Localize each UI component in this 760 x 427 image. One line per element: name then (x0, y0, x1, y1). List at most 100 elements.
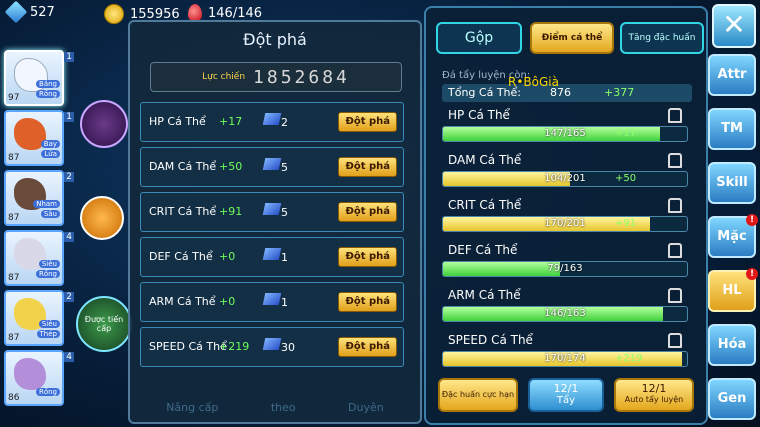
breakthrough-button[interactable]: Đột phá (338, 202, 397, 222)
auto-wash-button[interactable]: 12/1 Auto tẩy luyện (614, 378, 694, 412)
monster-level: 97 (8, 93, 20, 103)
team-list: 97 Băng Rồng 1 87 Bay Lửa 1 87 Nham Sâu … (4, 50, 74, 410)
close-button[interactable]: ✕ (712, 4, 756, 48)
slot-number: 2 (64, 172, 74, 182)
lock-icon[interactable] (668, 288, 682, 303)
stat-label: DAM Cá Thể (448, 153, 522, 167)
menu-label: TM (721, 121, 743, 136)
menu-tm[interactable]: TM (708, 108, 756, 150)
menu-label: Hóa (717, 337, 747, 352)
breakthrough-button[interactable]: Đột phá (338, 157, 397, 177)
stat-cost: 1 (281, 251, 288, 264)
stamina-value: 146/146 (208, 5, 263, 21)
stat-cost: 2 (281, 116, 288, 129)
total-delta: +377 (604, 86, 635, 99)
breakthrough-button[interactable]: Đột phá (338, 337, 397, 357)
slot-number: 2 (64, 292, 74, 302)
stat-bar: 147/165 +17 (442, 126, 688, 142)
stat-value: 147/165 (544, 128, 586, 139)
slot-number: 4 (64, 352, 74, 362)
menu-hl[interactable]: HL! (708, 268, 758, 312)
stat-label: DEF Cá Thể (448, 243, 518, 257)
breakthrough-button[interactable]: Đột phá (338, 112, 397, 132)
type-tag: Sâu (40, 210, 60, 218)
team-slot-1[interactable]: 97 Băng Rồng 1 (4, 50, 74, 106)
stat-row-hp: HP Cá Thể +17 2 Đột phá (140, 102, 404, 142)
stat-arm: ARM Cá Thể 146/163 (442, 288, 692, 328)
stat-name: DAM Cá Thể (149, 160, 217, 173)
menu-label: Mặc (717, 229, 747, 244)
bottom-tabs: Nâng cấp theo Duyên (140, 401, 410, 414)
auto-wash-count: 12/1 (641, 382, 667, 395)
power-label: Lực chiến (202, 72, 246, 82)
tab-follow[interactable]: theo (271, 401, 296, 414)
stat-row-speed: SPEED Cá Thể +219 30 Đột phá (140, 327, 404, 367)
gems-counter: 527 (4, 0, 55, 24)
stat-speed: SPEED Cá Thể 170/174 +219 (442, 333, 692, 373)
menu-label: Attr (717, 67, 747, 82)
gem-icon (4, 0, 28, 24)
stat-cost: 5 (281, 161, 288, 174)
lock-icon[interactable] (80, 196, 124, 240)
stat-dam: DAM Cá Thể 104/201 +50 (442, 153, 692, 193)
scroll-icon (262, 113, 282, 125)
monster-level: 86 (8, 393, 20, 403)
menu-label: HL (722, 283, 742, 298)
scroll-icon (262, 158, 282, 170)
menu-equip[interactable]: Mặc! (708, 214, 758, 258)
type-tag: Rồng (35, 270, 60, 278)
menu-skill[interactable]: Skill (708, 162, 756, 204)
breakthrough-button[interactable]: Đột phá (338, 247, 397, 267)
stat-row-arm: ARM Cá Thể +0 1 Đột phá (140, 282, 404, 322)
lock-icon[interactable] (668, 333, 682, 348)
evolve-button[interactable]: Được tiến cấp (76, 296, 132, 352)
tab-merge[interactable]: Gộp (436, 22, 522, 54)
menu-evolve[interactable]: Hóa (708, 324, 756, 366)
monster-sprite (14, 358, 46, 390)
breakthrough-button[interactable]: Đột phá (338, 292, 397, 312)
type-tag: Băng (36, 80, 60, 88)
team-slot-2[interactable]: 87 Bay Lửa 1 (4, 110, 74, 166)
stat-delta: +17 (615, 128, 637, 139)
stat-bar: 104/201 +50 (442, 171, 688, 187)
stat-row-dam: DAM Cá Thể +50 5 Đột phá (140, 147, 404, 187)
menu-label: Skill (716, 175, 748, 190)
stat-delta: +91 (615, 218, 637, 229)
extreme-training-button[interactable]: Đặc huấn cực hạn (438, 378, 518, 412)
team-slot-5[interactable]: 87 Siêu Thép 2 (4, 290, 74, 346)
button-label: Tẩy (556, 395, 576, 406)
stat-value: 146/163 (544, 308, 586, 319)
stat-name: CRIT Cá Thể (149, 205, 217, 218)
stat-row-crit: CRIT Cá Thể +91 5 Đột phá (140, 192, 404, 232)
stat-delta: +219 (615, 353, 643, 364)
monster-level: 87 (8, 273, 20, 283)
stat-delta: +0 (219, 250, 236, 263)
individual-stats-panel: Gộp Điểm cá thể Tăng đặc huấn Đá tẩy luy… (424, 6, 708, 425)
tab-upgrade[interactable]: Nâng cấp (166, 401, 218, 414)
breakthrough-panel: Đột phá Lực chiến 1852684 HP Cá Thể +17 … (128, 20, 422, 424)
tab-bond[interactable]: Duyên (348, 401, 384, 414)
lock-icon[interactable] (668, 243, 682, 258)
menu-gen[interactable]: Gen (708, 378, 756, 420)
team-slot-4[interactable]: 87 Siêu Rồng 4 (4, 230, 74, 286)
stat-bar: 146/163 (442, 306, 688, 322)
slot-number: 4 (64, 232, 74, 242)
team-slot-3[interactable]: 87 Nham Sâu 2 (4, 170, 74, 226)
stat-name: HP Cá Thể (149, 115, 206, 128)
total-row: Tổng Cá Thể: 876 +377 (442, 84, 692, 102)
tab-special-training[interactable]: Tăng đặc huấn (620, 22, 704, 54)
lock-icon[interactable] (668, 153, 682, 168)
tab-individual-points[interactable]: Điểm cá thể (530, 22, 614, 54)
wash-button[interactable]: 12/1 Tẩy (528, 378, 604, 412)
held-item-slot[interactable] (80, 100, 128, 148)
stat-name: DEF Cá Thể (149, 250, 213, 263)
stat-name: SPEED Cá Thể (149, 340, 227, 353)
lock-icon[interactable] (668, 108, 682, 123)
team-slot-6[interactable]: 86 Rồng 4 (4, 350, 74, 406)
scroll-icon (262, 203, 282, 215)
alert-badge: ! (746, 214, 758, 226)
lock-icon[interactable] (668, 198, 682, 213)
player-name-overlay: R•BôGià (508, 75, 559, 89)
panel-title: Đột phá (243, 30, 307, 49)
menu-attr[interactable]: Attr (708, 54, 756, 96)
